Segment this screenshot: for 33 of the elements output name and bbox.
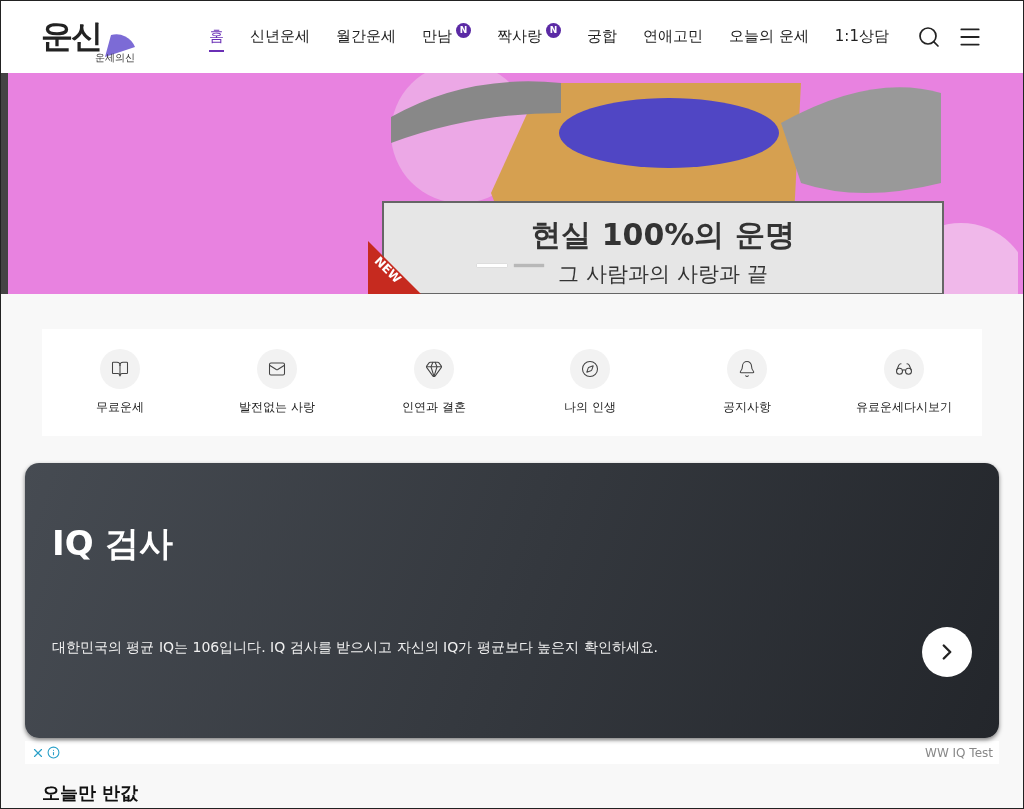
menu-label[interactable]: 무료운세 (96, 399, 145, 416)
next-button[interactable] (922, 627, 972, 677)
nav-tab[interactable]: 신년운세 (250, 22, 310, 52)
banner-headline: 현실 100%의 운명 (531, 216, 795, 254)
menu-label[interactable]: 나의 인생 (564, 399, 617, 416)
menu-label[interactable]: 공지사항 (723, 399, 771, 416)
letter-icon[interactable] (257, 349, 297, 389)
nav-tab[interactable]: 오늘의 운세 (729, 22, 809, 52)
ad-text: 대한민국의 평균 IQ는 106입니다. IQ 검사를 받으시고 자신의 IQ가 평균보다 높은지 확인하세요. (52, 639, 659, 657)
nav-tab[interactable]: 1:1상담 (834, 22, 889, 52)
glasses-icon[interactable] (883, 349, 924, 389)
compass-icon[interactable] (570, 349, 611, 389)
book-icon[interactable] (100, 349, 141, 389)
info-icon[interactable] (47, 745, 60, 759)
menu-label[interactable]: 유료운세다시보기 (855, 399, 952, 416)
new-badge: N (456, 22, 471, 38)
ad-title: IQ 검사 (52, 522, 175, 565)
advertiser-name: WW IQ Test (925, 745, 993, 760)
ad-card[interactable]: IQ 검사 대한민국의 평균 IQ는 106입니다. IQ 검사를 받으시고 자신의 IQ가 평균보다 높은지 확인하세요. (25, 463, 999, 738)
menu-label[interactable]: 인연과 결혼 (401, 399, 466, 416)
nav-tab[interactable]: 월간운세 (336, 22, 396, 52)
nav-tab[interactable]: 만남 N (422, 22, 471, 52)
new-badge: N (546, 22, 561, 38)
menu-label[interactable]: 발전없는 사랑 (239, 399, 315, 416)
search-button[interactable] (917, 25, 941, 49)
bell-icon[interactable] (727, 349, 767, 389)
nav-tab[interactable]: 홈 (209, 22, 224, 52)
section-title: 오늘만 반값 (42, 782, 140, 804)
nav-tab[interactable]: 짝사랑 N (497, 22, 561, 52)
nav-tab[interactable]: 궁합 (587, 22, 617, 52)
logo-subtitle: 운세의신 (95, 52, 135, 65)
nav-tab[interactable]: 연애고민 (643, 22, 703, 52)
banner-subtitle: 그 사람과의 사랑과 끝 (558, 261, 768, 288)
